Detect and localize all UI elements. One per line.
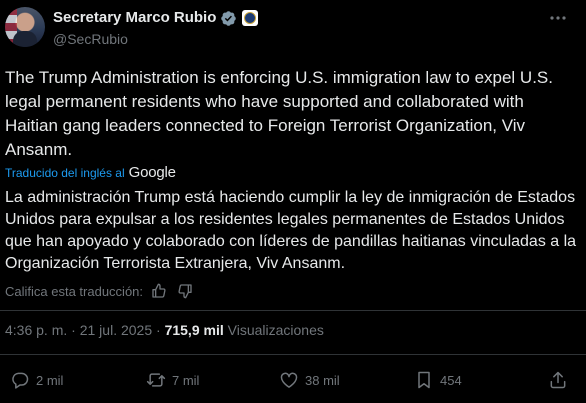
tweet-date[interactable]: 21 jul. 2025 — [80, 322, 152, 338]
share-icon — [550, 371, 566, 389]
meta-separator-2: · — [156, 322, 161, 338]
bookmark-button[interactable]: 454 — [414, 370, 462, 390]
bookmark-count: 454 — [440, 372, 462, 388]
author-name[interactable]: Secretary Marco Rubio — [53, 9, 216, 26]
views-count: 715,9 mil — [164, 322, 224, 338]
translation-attribution: Traducido del inglés al Google — [5, 164, 176, 181]
tweet-meta: 4:36 p. m. · 21 jul. 2025 · 715,9 mil Vi… — [5, 322, 324, 338]
tweet-actions: 2 mil 7 mil 38 mil 454 — [0, 370, 586, 394]
share-button[interactable] — [548, 370, 568, 390]
divider-top — [0, 310, 586, 311]
avatar[interactable] — [5, 7, 45, 47]
heart-icon — [280, 372, 298, 388]
like-button[interactable]: 38 mil — [279, 370, 340, 390]
verified-badge-icon[interactable] — [220, 10, 237, 27]
meta-separator: · — [71, 322, 76, 338]
reply-count: 2 mil — [36, 372, 64, 388]
repost-count: 7 mil — [172, 372, 200, 388]
more-dots-icon[interactable] — [548, 10, 568, 26]
tweet-header: Secretary Marco Rubio @SecRubio — [0, 0, 586, 60]
rate-label: Califica esta traducción: — [5, 283, 144, 299]
thumbs-down-icon[interactable] — [177, 283, 193, 299]
rate-translation: Califica esta traducción: — [5, 283, 193, 299]
like-count: 38 mil — [305, 372, 340, 388]
repost-button[interactable]: 7 mil — [146, 370, 199, 390]
divider-bottom — [0, 354, 586, 355]
avatar-figure — [13, 31, 37, 47]
repost-icon — [146, 373, 166, 387]
translated-label[interactable]: Traducido del inglés al — [5, 166, 125, 180]
bookmark-icon — [418, 371, 430, 389]
author-handle[interactable]: @SecRubio — [53, 31, 128, 47]
state-department-seal-icon[interactable] — [242, 10, 258, 26]
tweet-text: The Trump Administration is enforcing U.… — [5, 68, 553, 159]
reply-icon — [12, 372, 29, 389]
google-logo: Google — [128, 164, 176, 181]
reply-button[interactable]: 2 mil — [10, 370, 63, 390]
tweet-time[interactable]: 4:36 p. m. — [5, 322, 67, 338]
views-label: Visualizaciones — [227, 322, 324, 338]
tweet-translation: La administración Trump está haciendo cu… — [5, 189, 577, 272]
thumbs-up-icon[interactable] — [151, 283, 167, 299]
